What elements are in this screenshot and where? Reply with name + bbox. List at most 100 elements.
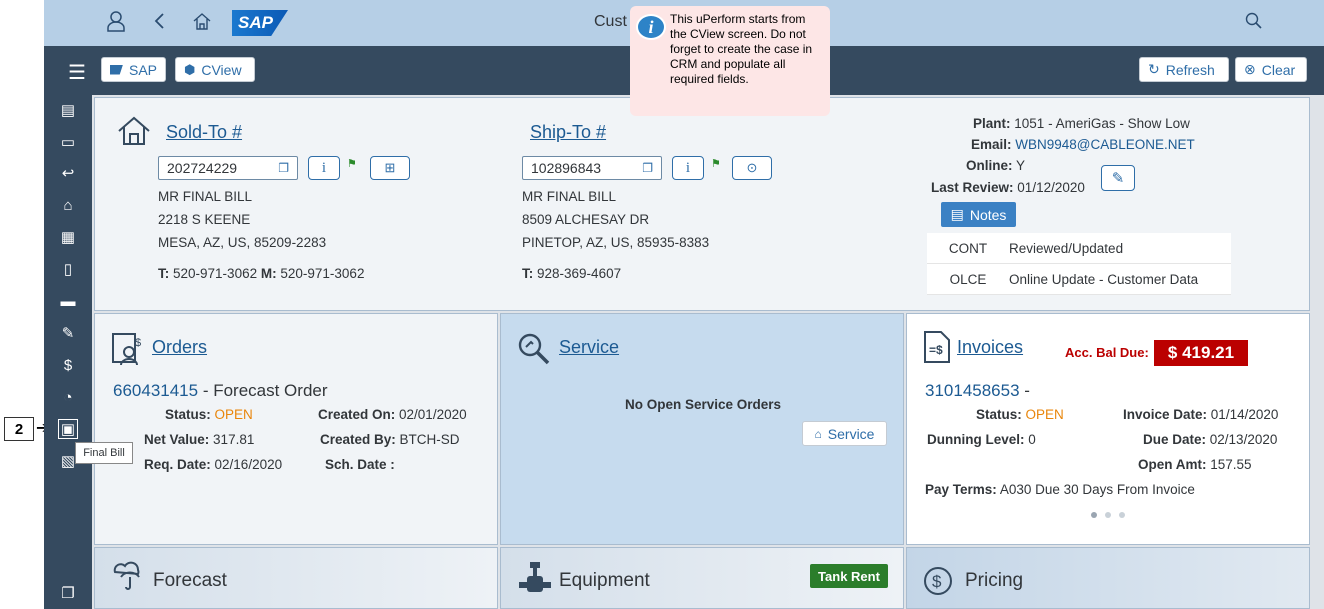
dunning-value: 0	[1028, 432, 1036, 447]
invoice-number-link[interactable]: 3101458653	[925, 381, 1020, 400]
sidebar-return-icon[interactable]: ↩	[58, 163, 78, 183]
phone-value: 520-971-3062	[173, 266, 258, 281]
status-label: Status:	[165, 407, 211, 422]
svg-text:$: $	[932, 572, 942, 591]
customer-card: Sold-To # 202724229 ❐ i ⚑ ⊞ MR FINAL BIL…	[94, 97, 1310, 311]
sold-to-hierarchy-button[interactable]: ⊞	[370, 156, 410, 180]
net-value: 317.81	[213, 432, 255, 447]
email-row: Email: WBN9948@CABLEONE.NET	[971, 137, 1195, 152]
last-review-value: 01/12/2020	[1017, 180, 1085, 195]
ship-to-phone: T: 928-369-4607	[522, 266, 621, 281]
sidebar-card-icon[interactable]: ▬	[58, 291, 78, 311]
ship-to-link[interactable]: Ship-To #	[530, 122, 606, 143]
sold-to-link[interactable]: Sold-To #	[166, 122, 242, 143]
sidebar-page-icon[interactable]: ▯	[58, 259, 78, 279]
online-label: Online:	[966, 158, 1013, 173]
order-status: Status: OPEN	[165, 407, 253, 422]
due-date-value: 02/13/2020	[1209, 432, 1278, 447]
pricing-title: Pricing	[965, 570, 1024, 591]
clear-button[interactable]: ⊗ Clear	[1235, 57, 1307, 82]
invoices-card: =$ Invoices Acc. Bal Due: $ 419.21 31014…	[906, 313, 1310, 545]
plant-value: 1051 - AmeriGas - Show Low	[1014, 116, 1190, 131]
order-number-link[interactable]: 660431415	[113, 381, 198, 400]
order-heading: 660431415 - Forecast Order	[113, 381, 328, 401]
search-icon[interactable]	[1242, 10, 1266, 34]
invoice-suffix: -	[1019, 381, 1030, 400]
notes-row[interactable]: OLCE Online Update - Customer Data	[927, 264, 1231, 295]
open-amount-value: 157.55	[1210, 457, 1252, 472]
orders-link[interactable]: Orders	[152, 337, 207, 358]
back-icon[interactable]	[148, 10, 172, 34]
equipment-card[interactable]: Equipment Tank Rent	[500, 547, 904, 609]
ship-to-input[interactable]: 102896843 ❐	[522, 156, 662, 180]
phone-label: T:	[522, 266, 534, 281]
sold-to-input[interactable]: 202724229 ❐	[158, 156, 298, 180]
home-icon[interactable]	[190, 10, 214, 34]
info-i-icon: i	[685, 159, 691, 176]
service-button[interactable]: ⌂ Service	[802, 421, 887, 446]
created-by-label: Created By:	[320, 432, 396, 447]
sap-logo[interactable]: SAP	[232, 10, 288, 36]
ship-to-map-button[interactable]: ⊙	[732, 156, 772, 180]
forecast-card[interactable]: Forecast	[94, 547, 498, 609]
copy-icon[interactable]: ❐	[642, 161, 653, 175]
uperform-tooltip-text: This uPerform starts from the CView scre…	[670, 12, 813, 86]
final-bill-tooltip: Final Bill	[75, 442, 133, 464]
orders-icon: $	[111, 332, 143, 369]
service-card: Service No Open Service Orders ⌂ Service	[500, 313, 904, 545]
edit-review-button[interactable]: ✎	[1101, 165, 1135, 191]
ship-to-city: PINETOP, AZ, US, 85935-8383	[522, 235, 710, 250]
cube-icon: ⬢	[184, 61, 196, 77]
carousel-dot-active[interactable]	[1091, 512, 1097, 518]
sidebar-gauge-icon[interactable]: ◔	[58, 387, 78, 407]
ship-to-street: 8509 ALCHESAY DR	[522, 212, 650, 227]
copy-icon[interactable]: ❐	[278, 161, 289, 175]
email-link[interactable]: WBN9948@CABLEONE.NET	[1015, 137, 1195, 152]
pricing-card[interactable]: $ Pricing	[906, 547, 1310, 609]
sidebar-screen-icon[interactable]: ▭	[58, 132, 78, 152]
notes-button[interactable]: ▤ Notes	[941, 202, 1016, 227]
sap-tag-icon	[110, 64, 123, 75]
sidebar-edit-icon[interactable]: ✎	[58, 323, 78, 343]
sidebar-document-icon[interactable]: ▤	[58, 100, 78, 120]
equipment-title: Equipment	[559, 570, 650, 591]
invoice-date-value: 01/14/2020	[1210, 407, 1279, 422]
plant-row: Plant: 1051 - AmeriGas - Show Low	[973, 116, 1190, 131]
service-link[interactable]: Service	[559, 337, 619, 358]
sidebar-bank-icon[interactable]: ⌂	[58, 195, 78, 215]
order-sch-date: Sch. Date :	[325, 457, 395, 472]
shell-title: Cust	[594, 13, 627, 30]
user-icon[interactable]	[104, 10, 128, 34]
sold-to-info-button[interactable]: i	[308, 156, 340, 180]
carousel-dot[interactable]	[1119, 512, 1125, 518]
email-label: Email:	[971, 137, 1012, 152]
clear-button-label: Clear	[1261, 61, 1296, 78]
weather-icon	[111, 560, 145, 593]
sidebar-form-icon[interactable]: ▦	[58, 227, 78, 247]
ship-to-name: MR FINAL BILL	[522, 189, 617, 204]
invoice-date: Invoice Date: 01/14/2020	[1123, 407, 1278, 422]
ship-to-info-button[interactable]: i	[672, 156, 704, 180]
menu-icon[interactable]: ☰	[68, 60, 86, 85]
tank-rent-badge: Tank Rent	[810, 564, 888, 588]
svg-text:$: $	[135, 337, 141, 349]
phone-value: 928-369-4607	[537, 266, 622, 281]
notes-row[interactable]: CONT Reviewed/Updated	[927, 233, 1231, 264]
due-date: Due Date: 02/13/2020	[1143, 432, 1277, 447]
invoices-link[interactable]: Invoices	[957, 337, 1023, 358]
refresh-button[interactable]: ↻ Refresh	[1139, 57, 1229, 82]
uperform-tooltip: i This uPerform starts from the CView sc…	[630, 6, 830, 116]
sidebar-final-bill-icon[interactable]: ▣	[58, 419, 78, 439]
refresh-icon: ↻	[1148, 61, 1160, 77]
online-row: Online: Y	[966, 158, 1025, 173]
carousel-dot[interactable]	[1105, 512, 1111, 518]
main-area: Sold-To # 202724229 ❐ i ⚑ ⊞ MR FINAL BIL…	[92, 95, 1324, 609]
sidebar-dollar-icon[interactable]: $	[58, 355, 78, 375]
pay-terms-value: A030 Due 30 Days From Invoice	[999, 482, 1195, 497]
sap-button[interactable]: SAP	[101, 57, 166, 82]
cview-button[interactable]: ⬢ CView	[175, 57, 255, 82]
sidebar-copy-icon[interactable]: ❐	[58, 583, 78, 603]
created-by-value: BTCH-SD	[399, 432, 460, 447]
carousel-dots[interactable]	[1087, 505, 1129, 521]
balance-badge: $ 419.21	[1154, 340, 1248, 366]
